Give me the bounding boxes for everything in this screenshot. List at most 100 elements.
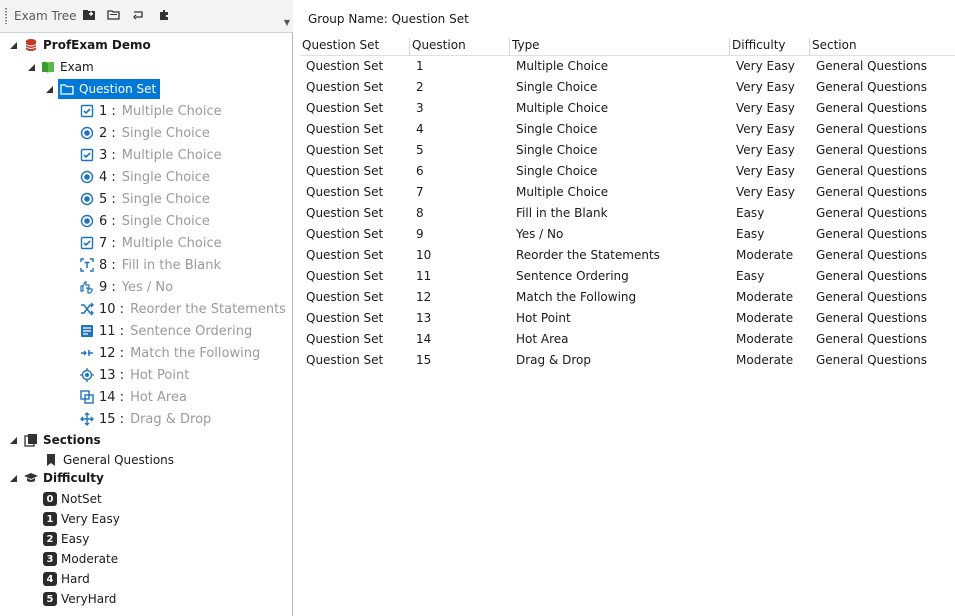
table-row[interactable]: Question Set 8 Fill in the Blank Easy Genera… — [300, 204, 955, 225]
tree-question-item[interactable]: 3 : Multiple Choice — [80, 145, 222, 165]
cell-type: Multiple Choice — [516, 101, 609, 115]
tree-question-item[interactable]: 8 : Fill in the Blank — [80, 255, 221, 275]
column-header-section[interactable]: Section — [810, 38, 955, 56]
tree-question-item[interactable]: 13 : Hot Point — [80, 365, 189, 385]
question-number: 7 : — [99, 235, 116, 251]
cell-question: 15 — [416, 353, 432, 367]
tree-question-item[interactable]: 15 : Drag & Drop — [80, 409, 211, 429]
expand-arrow-icon[interactable] — [45, 85, 54, 94]
sentence-icon — [81, 325, 93, 337]
cell-difficulty: Moderate — [736, 311, 794, 325]
tree-difficulty-item[interactable]: 3 Moderate — [43, 549, 118, 569]
table-row[interactable]: Question Set 15 Drag & Drop Moderate General… — [300, 351, 955, 372]
tree-node-root[interactable]: ProfExam Demo — [24, 35, 151, 55]
expand-arrow-icon[interactable] — [9, 436, 18, 445]
tree-question-item[interactable]: 1 : Multiple Choice — [80, 101, 222, 121]
tree-question-item[interactable]: 9 : Yes / No — [80, 277, 173, 297]
cell-question-set: Question Set — [306, 164, 384, 178]
graduation-cap-icon — [24, 473, 38, 482]
cell-type: Multiple Choice — [516, 185, 609, 199]
tree-question-item[interactable]: 6 : Single Choice — [80, 211, 210, 231]
cell-question-set: Question Set — [306, 206, 384, 220]
table-row[interactable]: Question Set 6 Single Choice Very Easy Gener… — [300, 162, 955, 183]
table-row[interactable]: Question Set 5 Single Choice Very Easy Gener… — [300, 141, 955, 162]
radio-icon — [80, 126, 94, 140]
checkbox-icon — [80, 148, 94, 162]
column-header-question-set[interactable]: Question Set — [300, 38, 410, 56]
tree-question-item[interactable]: 11 : Sentence Ordering — [80, 321, 252, 341]
cell-difficulty: Very Easy — [736, 164, 795, 178]
tree-question-item[interactable]: 2 : Single Choice — [80, 123, 210, 143]
tree-difficulty-item[interactable]: 0 NotSet — [43, 489, 102, 509]
cell-question-set: Question Set — [306, 101, 384, 115]
cell-question-set: Question Set — [306, 59, 384, 73]
cell-question-set: Question Set — [306, 80, 384, 94]
tree-difficulty-item[interactable]: 5 VeryHard — [43, 589, 116, 609]
table-row[interactable]: Question Set 9 Yes / No Easy General Questio… — [300, 225, 955, 246]
hot-area-icon — [80, 390, 94, 404]
table-row[interactable]: Question Set 13 Hot Point Moderate General Q… — [300, 309, 955, 330]
tree-difficulty-item[interactable]: 1 Very Easy — [43, 509, 120, 529]
question-number: 11 : — [99, 323, 125, 339]
database-icon — [25, 39, 37, 51]
tree-node-difficulty[interactable]: Difficulty — [24, 468, 104, 488]
expand-arrow-icon[interactable] — [9, 474, 18, 483]
tree-question-item[interactable]: 12 : Match the Following — [80, 343, 260, 363]
cell-question-set: Question Set — [306, 248, 384, 262]
difficulty-label: Very Easy — [61, 512, 120, 526]
question-number: 5 : — [99, 191, 116, 207]
column-header-difficulty[interactable]: Difficulty — [730, 38, 810, 56]
cell-difficulty: Very Easy — [736, 59, 795, 73]
cell-section: General Questions — [816, 353, 928, 367]
cell-type: Single Choice — [516, 122, 598, 136]
radio-icon — [80, 192, 94, 206]
tree-question-item[interactable]: 14 : Hot Area — [80, 387, 187, 407]
tree-node-sections[interactable]: Sections — [24, 430, 101, 450]
toolbar-grip-icon[interactable] — [5, 8, 7, 24]
table-row[interactable]: Question Set 1 Multiple Choice Very Easy Gen… — [300, 57, 955, 78]
column-header-question[interactable]: Question — [410, 38, 510, 56]
cell-type: Yes / No — [516, 227, 564, 241]
expand-arrow-icon[interactable] — [27, 63, 36, 72]
cell-question: 5 — [416, 143, 424, 157]
cell-question: 7 — [416, 185, 424, 199]
cell-section: General Questions — [816, 311, 928, 325]
cell-section: General Questions — [816, 290, 928, 304]
cell-section: General Questions — [816, 122, 928, 136]
cell-section: General Questions — [816, 332, 928, 346]
checkbox-icon — [80, 104, 94, 118]
refresh-icon[interactable] — [132, 9, 146, 21]
table-row[interactable]: Question Set 7 Multiple Choice Very Easy Gen… — [300, 183, 955, 204]
tree-question-item[interactable]: 7 : Multiple Choice — [80, 233, 222, 253]
plugin-icon[interactable] — [157, 9, 171, 21]
table-row[interactable]: Question Set 4 Single Choice Very Easy Gener… — [300, 120, 955, 141]
tree-difficulty-item[interactable]: 4 Hard — [43, 569, 90, 589]
tree-question-item[interactable]: 5 : Single Choice — [80, 189, 210, 209]
tree-section-item[interactable]: General Questions — [44, 450, 174, 470]
tree-exam-label: Exam — [60, 60, 94, 74]
table-row[interactable]: Question Set 12 Match the Following Moderat… — [300, 288, 955, 309]
difficulty-badge: 2 — [43, 532, 57, 546]
tree-difficulty-label: Difficulty — [43, 471, 104, 485]
table-row[interactable]: Question Set 3 Multiple Choice Very Easy Gen… — [300, 99, 955, 120]
new-group-icon[interactable] — [82, 9, 96, 21]
tree-node-question-set[interactable]: Question Set — [58, 79, 161, 99]
column-header-type[interactable]: Type — [510, 38, 730, 56]
cell-difficulty: Very Easy — [736, 101, 795, 115]
cell-difficulty: Easy — [736, 206, 765, 220]
toolbar-overflow-icon[interactable]: ▼ — [284, 18, 290, 27]
table-row[interactable]: Question Set 10 Reorder the Statements Mode… — [300, 246, 955, 267]
question-type-label: Single Choice — [121, 191, 210, 207]
table-row[interactable]: Question Set 11 Sentence Ordering Easy Gener… — [300, 267, 955, 288]
tree-question-item[interactable]: 4 : Single Choice — [80, 167, 210, 187]
cell-section: General Questions — [816, 80, 928, 94]
tree-difficulty-item[interactable]: 2 Easy — [43, 529, 89, 549]
table-row[interactable]: Question Set 14 Hot Area Moderate General Qu… — [300, 330, 955, 351]
difficulty-label: VeryHard — [61, 592, 117, 606]
open-folder-icon[interactable] — [107, 9, 121, 21]
tree-question-item[interactable]: 10 : Reorder the Statements — [80, 299, 286, 319]
expand-arrow-icon[interactable] — [9, 41, 18, 50]
table-row[interactable]: Question Set 2 Single Choice Very Easy Gener… — [300, 78, 955, 99]
cell-question: 13 — [416, 311, 432, 325]
tree-node-exam[interactable]: Exam — [41, 57, 94, 77]
